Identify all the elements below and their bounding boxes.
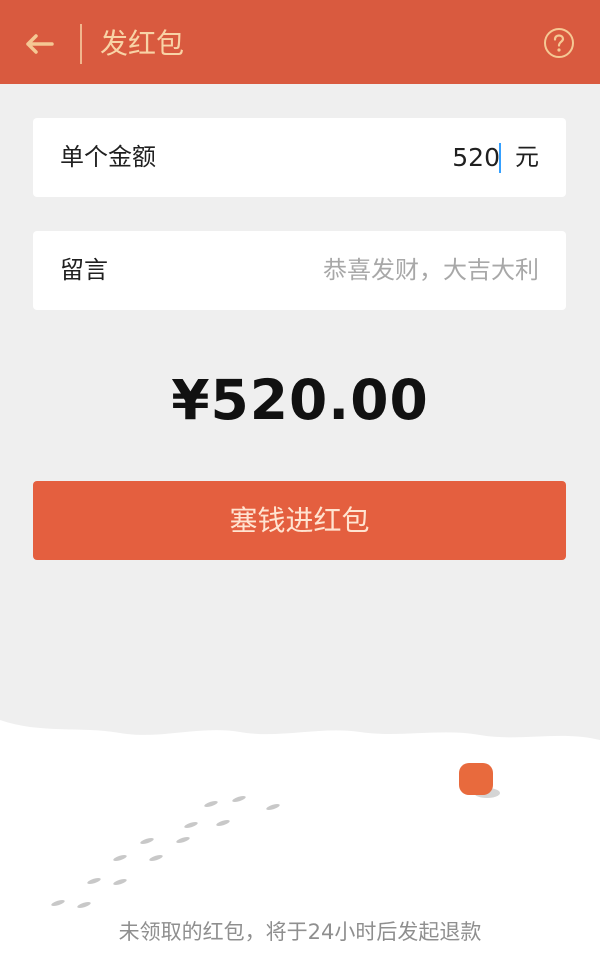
app-header: 发红包	[0, 0, 600, 84]
total-amount: ¥520.00	[171, 368, 429, 432]
amount-label: 单个金额	[60, 143, 156, 171]
text-caret	[499, 143, 501, 173]
back-arrow-icon[interactable]	[18, 22, 62, 66]
amount-unit: 元	[515, 143, 539, 171]
send-red-packet-button[interactable]: 塞钱进红包	[33, 481, 566, 560]
amount-input[interactable]: 520	[452, 118, 500, 197]
question-mark-icon[interactable]	[543, 27, 575, 59]
header-divider	[80, 24, 82, 64]
message-input[interactable]: 恭喜发财，大吉大利	[323, 231, 539, 310]
refund-note: 未领取的红包，将于24小时后发起退款	[118, 920, 482, 944]
amount-card[interactable]: 单个金额 520 元	[33, 118, 566, 197]
message-label: 留言	[60, 256, 108, 284]
page-title: 发红包	[100, 27, 185, 60]
message-card[interactable]: 留言 恭喜发财，大吉大利	[33, 231, 566, 310]
